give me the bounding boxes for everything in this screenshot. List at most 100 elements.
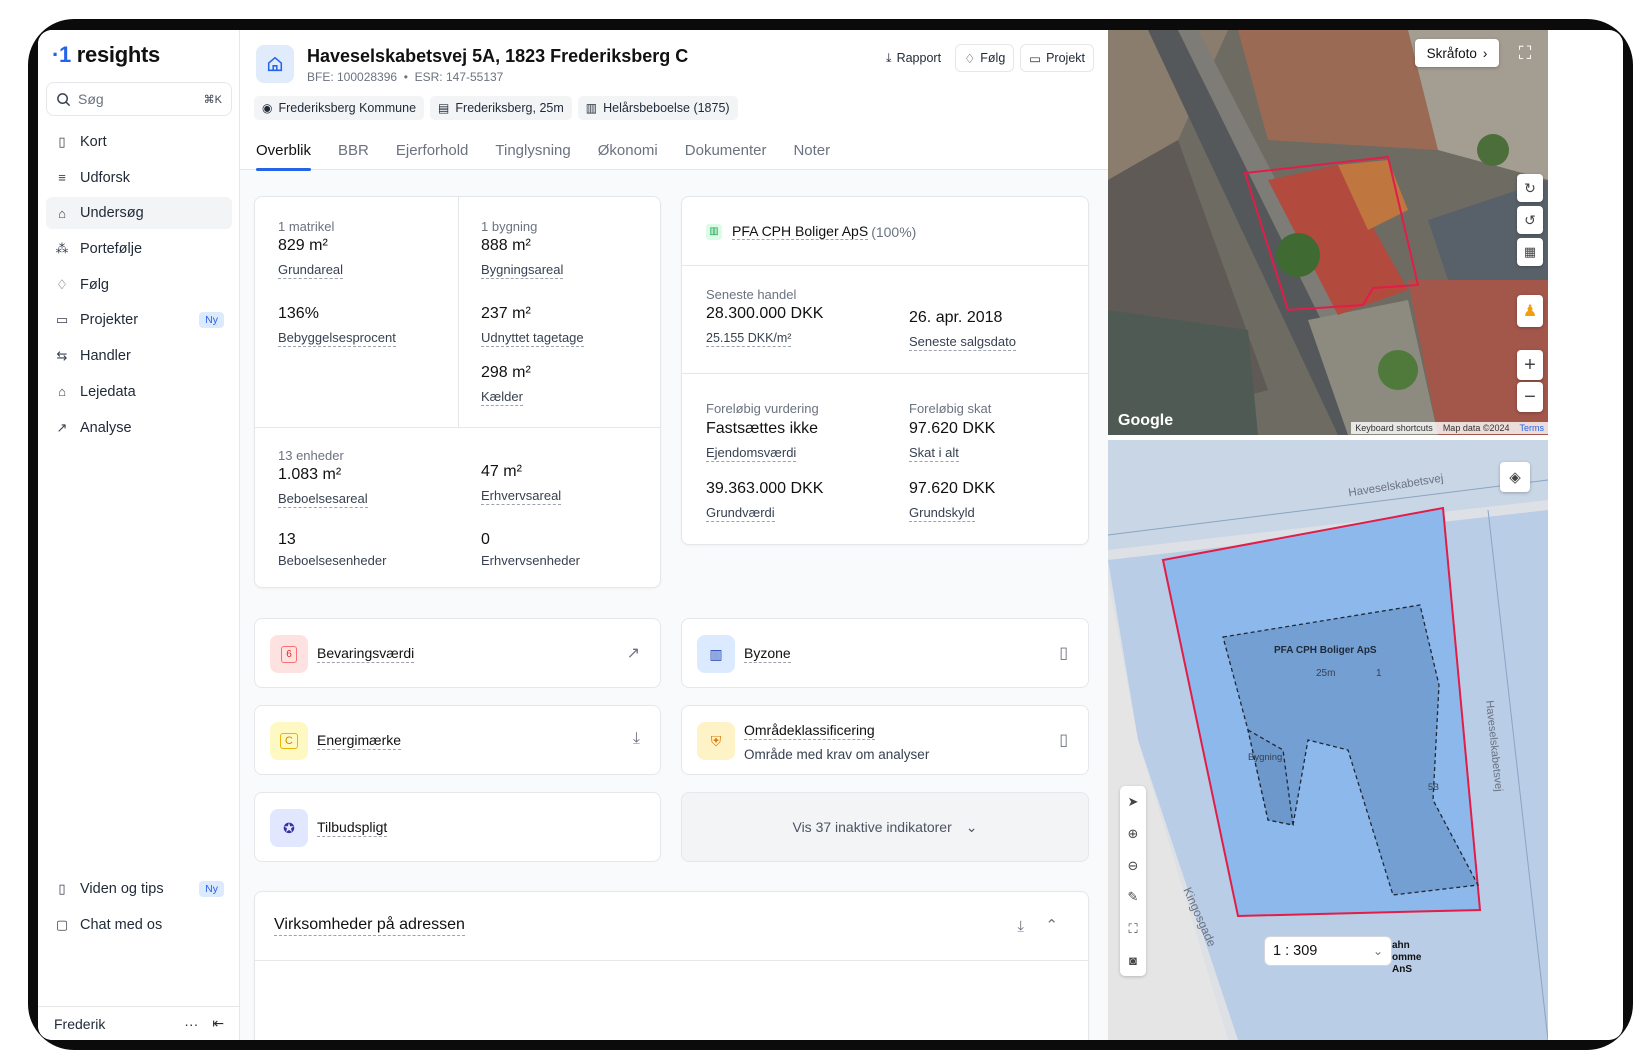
home-icon: ⌂ <box>58 205 66 221</box>
skrafoto-button[interactable]: Skråfoto › <box>1415 39 1499 67</box>
locate-icon[interactable]: ➤ <box>1128 794 1139 810</box>
fullscreen-icon[interactable]: ⛶ <box>1510 38 1540 68</box>
latest-trade: Seneste handel 28.300.000 DKK 25.155 DKK… <box>706 287 824 347</box>
nav-item-projekter[interactable]: ▭ Projekter Ny <box>46 304 232 336</box>
land-value: 39.363.000 DKK Grundværdi <box>706 480 824 522</box>
external-link-icon[interactable]: ↗ <box>627 643 640 663</box>
bell-icon: ♢ <box>56 276 68 292</box>
report-button[interactable]: ⤓ Rapport <box>878 44 949 72</box>
house-number-label: 5B <box>1428 782 1440 792</box>
nav-item-handler[interactable]: ⇆ Handler <box>46 340 232 372</box>
screenshot-camera-icon[interactable]: ◙ <box>1129 953 1137 968</box>
new-badge: Ny <box>199 881 224 897</box>
brand-logo[interactable]: ·1 resights <box>52 42 160 68</box>
download-icon[interactable]: ⤓ <box>633 730 640 748</box>
latest-sale-date: 26. apr. 2018 Seneste salgsdato <box>909 309 1016 351</box>
map-icon: ▯ <box>58 134 66 149</box>
select-area-icon[interactable]: ⛶ <box>1128 921 1137 937</box>
nav-item-kort[interactable]: ▯ Kort <box>46 126 232 158</box>
tab-bbr[interactable]: BBR <box>338 130 369 170</box>
map-icon[interactable]: ▯ <box>1059 643 1068 663</box>
house-icon: ⌂ <box>58 384 66 400</box>
rotate-right-icon[interactable]: ↻ <box>1517 174 1543 202</box>
map-icon[interactable]: ▯ <box>1059 730 1068 750</box>
terms-link[interactable]: Terms <box>1520 423 1545 433</box>
map-attribution: Keyboard shortcuts Map data ©2024 Terms <box>1351 422 1548 434</box>
tilt-icon[interactable]: ▦ <box>1517 238 1543 266</box>
company-icon: ▥ <box>706 223 722 240</box>
divider <box>682 373 1088 374</box>
nav-item-portefolje[interactable]: ⁂ Portefølje <box>46 233 232 265</box>
follow-button[interactable]: ♢ Følg <box>955 44 1015 72</box>
tab-overblik[interactable]: Overblik <box>256 130 312 171</box>
nav-item-udforsk[interactable]: ≡ Udforsk <box>46 162 232 194</box>
indicator-byzone[interactable]: ▥ Byzone ▯ <box>681 618 1089 688</box>
draw-pencil-icon[interactable]: ✎ <box>1128 889 1139 905</box>
stat-kaelder: 298 m² Kælder <box>481 364 531 406</box>
nav-item-viden[interactable]: ▯ Viden og tips Ny <box>46 873 232 905</box>
nav-item-chat[interactable]: ▢ Chat med os <box>46 909 232 941</box>
project-button[interactable]: ▭ Projekt <box>1020 44 1094 72</box>
chip-zone[interactable]: ▤ Frederiksberg, 25m <box>430 96 572 120</box>
download-icon[interactable]: ⤓ <box>1017 918 1024 935</box>
zoom-out-icon[interactable]: − <box>1517 382 1543 412</box>
zoom-out-icon[interactable]: ⊖ <box>1128 858 1139 874</box>
chevron-up-icon[interactable]: ⌃ <box>1045 916 1058 934</box>
height-map-label: 25m <box>1316 668 1336 679</box>
stat-erhvervsenheder: 0 Erhvervsenheder <box>481 531 580 568</box>
indicator-tilbudspligt[interactable]: ✪ Tilbudspligt <box>254 792 661 862</box>
more-icon[interactable]: ··· <box>184 1016 198 1032</box>
tab-ejerforhold[interactable]: Ejerforhold <box>396 130 469 170</box>
nav-item-folg[interactable]: ♢ Følg <box>46 269 232 301</box>
keyboard-shortcuts-link[interactable]: Keyboard shortcuts <box>1355 423 1433 433</box>
divider <box>682 265 1088 266</box>
tax: Foreløbig skat 97.620 DKK Skat i alt <box>909 401 996 462</box>
tab-dokumenter[interactable]: Dokumenter <box>685 130 767 170</box>
shield-icon: ⛨ <box>697 722 735 760</box>
chart-icon: ↗ <box>56 419 68 435</box>
street-view-pegman-icon[interactable]: ♟ <box>1517 295 1543 327</box>
stat-grundareal: 1 matrikel 829 m² Grundareal <box>278 219 344 279</box>
vector-map[interactable]: Haveselskabetsvej Haveselskabetsvej King… <box>1108 440 1548 1040</box>
aerial-map[interactable]: Skråfoto › ⛶ ↻ ↺ ▦ ♟ + − Google Keyboard … <box>1108 30 1548 435</box>
zoom-in-icon[interactable]: ⊕ <box>1128 826 1139 842</box>
search-placeholder: Søg <box>78 91 104 107</box>
collapse-sidebar-icon[interactable]: ⇤ <box>212 1015 224 1032</box>
owner-share: (100%) <box>871 223 917 240</box>
plan-icon: ▤ <box>438 101 450 115</box>
zoom-in-icon[interactable]: + <box>1517 350 1543 380</box>
rotate-left-icon[interactable]: ↺ <box>1517 206 1543 234</box>
map-scale-select[interactable]: 1 : 309 ⌄ <box>1264 936 1392 966</box>
show-inactive-indicators-button[interactable]: Vis 37 inaktive indikatorer ⌄ <box>681 792 1089 862</box>
tab-okonomi[interactable]: Økonomi <box>598 130 658 170</box>
header-actions: ⤓ Rapport ♢ Følg ▭ Projekt <box>878 44 1094 72</box>
nav-item-lejedata[interactable]: ⌂ Lejedata <box>46 376 232 408</box>
indicator-omraadeklassificering[interactable]: ⛨ Områdeklassificering Område med krav o… <box>681 705 1089 775</box>
indicator-energimaerke[interactable]: C Energimærke ⤓ <box>254 705 661 775</box>
owner-map-label: PFA CPH Boliger ApS <box>1274 645 1377 656</box>
nav-item-analyse[interactable]: ↗ Analyse <box>46 412 232 444</box>
search-shortcut: ⌘K <box>203 93 222 106</box>
new-badge: Ny <box>199 312 224 329</box>
tab-tinglysning[interactable]: Tinglysning <box>495 130 570 170</box>
download-icon: ⤓ <box>886 50 892 65</box>
chevron-right-icon: › <box>1482 45 1488 61</box>
layers-icon[interactable]: ◈ <box>1500 462 1530 492</box>
area-card: 1 matrikel 829 m² Grundareal 136% Bebygg… <box>254 196 661 588</box>
valuation: Foreløbig vurdering Fastsættes ikke Ejen… <box>706 401 819 462</box>
stat-beboelsesenheder: 13 Beboelsesenheder <box>278 531 387 568</box>
owner-name-link[interactable]: PFA CPH Boliger ApS <box>732 223 869 240</box>
map-corner-label: ahn omme AnS <box>1392 940 1422 975</box>
tab-noter[interactable]: Noter <box>793 130 830 170</box>
building-icon: ▥ <box>585 101 598 115</box>
user-name[interactable]: Frederik <box>54 1016 105 1032</box>
nav-item-undersog[interactable]: ⌂ Undersøg <box>46 197 232 230</box>
indicator-bevaringsvaerdi[interactable]: 6 Bevaringsværdi ↗ <box>254 618 661 688</box>
main-nav: ▯ Kort ≡ Udforsk ⌂ Undersøg ⁂ Portefølje ♢ Fø… <box>46 126 232 447</box>
property-header: Haveselskabetsvej 5A, 1823 Frederiksberg… <box>240 30 1108 171</box>
chip-municipality[interactable]: ◉ Frederiksberg Kommune <box>254 96 425 120</box>
tender-icon: ✪ <box>270 809 308 847</box>
chip-usage[interactable]: ▥ Helårsbeboelse (1875) <box>577 96 738 120</box>
property-home-icon <box>256 45 294 83</box>
search-input[interactable]: Søg ⌘K <box>46 82 232 116</box>
